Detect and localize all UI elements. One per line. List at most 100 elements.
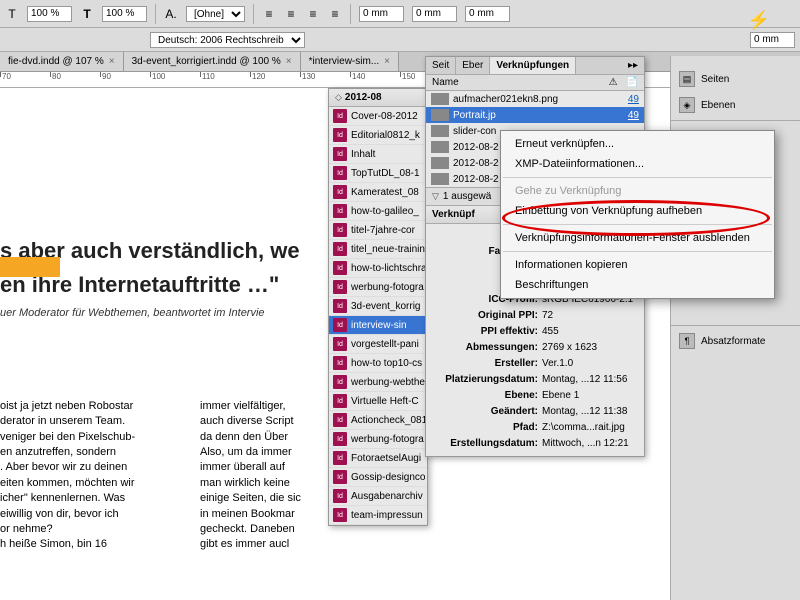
link-row[interactable]: aufmacher021ekn8.png 49 — [426, 91, 644, 107]
menu-item[interactable]: Erneut verknüpfen... — [501, 134, 774, 154]
style-select[interactable]: [Ohne] — [186, 6, 245, 22]
file-item[interactable]: IdKameratest_08 — [329, 183, 427, 202]
ruler-tick: 150 — [400, 72, 415, 77]
links-tab-links[interactable]: Verknüpfungen — [490, 57, 576, 74]
file-item[interactable]: IdTopTutDL_08-1 — [329, 164, 427, 183]
file-item[interactable]: Idvorgestellt-pani — [329, 335, 427, 354]
file-name: Editorial0812_k — [351, 130, 420, 141]
doc-tab-3[interactable]: *interview-sim...× — [301, 52, 399, 71]
ruler-tick: 120 — [250, 72, 265, 77]
indd-icon: Id — [333, 432, 347, 446]
link-page[interactable]: 49 — [628, 110, 639, 121]
file-item[interactable]: IdAusgabenarchiv — [329, 487, 427, 506]
selection-count: 1 ausgewä — [443, 191, 491, 202]
text-scale-icon[interactable]: T — [80, 7, 94, 21]
a-icon[interactable]: A. — [164, 7, 178, 21]
indd-icon: Id — [333, 413, 347, 427]
link-thumbnail — [431, 125, 449, 137]
pages-panel-header[interactable]: ◇ 2012-08 — [329, 89, 427, 107]
file-item[interactable]: Idwerbung-fotogra — [329, 278, 427, 297]
indd-icon: Id — [333, 166, 347, 180]
lightning-icon[interactable]: ⚡ — [748, 10, 770, 31]
menu-item[interactable]: Einbettung von Verknüpfung aufheben — [501, 201, 774, 221]
doc-tab-2[interactable]: 3d-event_korrigiert.indd @ 100 %× — [124, 52, 301, 71]
doc-tab-1[interactable]: fie-dvd.indd @ 107 %× — [0, 52, 124, 71]
file-item[interactable]: Idhow-to-lichtschra — [329, 259, 427, 278]
links-tab-pages[interactable]: Seit — [426, 57, 456, 74]
info-value: Z:\comma...rait.jpg — [542, 420, 625, 436]
file-name: Ausgabenarchiv — [351, 491, 423, 502]
doc-col-1: oist ja jetzt neben Robostar derator in … — [0, 399, 180, 553]
panel-menu-icon[interactable]: ▸▸ — [622, 57, 644, 74]
menu-item[interactable]: Beschriftungen — [501, 275, 774, 295]
file-item[interactable]: Idtitel-7jahre-cor — [329, 221, 427, 240]
file-name: werbung-fotogra — [351, 282, 424, 293]
link-info-row: Platzierungsdatum:Montag, ...12 11:56 — [432, 372, 638, 388]
file-item[interactable]: Idwerbung-webthe — [329, 373, 427, 392]
zoom-field-2[interactable] — [102, 6, 147, 22]
close-icon[interactable]: × — [109, 56, 115, 67]
close-icon[interactable]: × — [286, 56, 292, 67]
dock-layers[interactable]: ◈Ebenen — [671, 92, 800, 118]
collapse-icon[interactable]: ◇ — [335, 92, 342, 103]
file-name: 3d-event_korrig — [351, 301, 420, 312]
link-name: 2012-08-2 — [453, 158, 499, 169]
file-item[interactable]: Idinterview-sin — [329, 316, 427, 335]
justify-icon[interactable]: ≡ — [328, 7, 342, 21]
menu-item[interactable]: Verknüpfungsinformationen-Fenster ausble… — [501, 228, 774, 248]
file-name: Actioncheck_081 — [351, 415, 427, 426]
align-center-icon[interactable]: ≡ — [284, 7, 298, 21]
file-item[interactable]: IdInhalt — [329, 145, 427, 164]
file-name: how-to-galileo_ — [351, 206, 419, 217]
file-item[interactable]: Id Actioncheck_081 — [329, 411, 427, 430]
file-name: how-to top10-cs — [351, 358, 422, 369]
pages-panel: ◇ 2012-08 IdCover-08-2012IdEditorial0812… — [328, 88, 428, 526]
file-item[interactable]: Idhow-to top10-cs — [329, 354, 427, 373]
mm-field-1[interactable] — [359, 6, 404, 22]
mm-field-2[interactable] — [412, 6, 457, 22]
file-list[interactable]: IdCover-08-2012IdEditorial0812_kIdInhalt… — [329, 107, 427, 525]
close-icon[interactable]: × — [384, 56, 390, 67]
link-name: 2012-08-2 — [453, 174, 499, 185]
info-value: Ebene 1 — [542, 388, 579, 404]
expand-icon[interactable]: ▽ — [432, 191, 439, 202]
file-item[interactable]: Idtitel_neue-trainin — [329, 240, 427, 259]
paragraph-icon: ¶ — [679, 333, 695, 349]
info-label: Platzierungsdatum: — [432, 372, 542, 388]
file-item[interactable]: IdVirtuelle Heft-C — [329, 392, 427, 411]
info-value: 455 — [542, 324, 559, 340]
file-item[interactable]: Idwerbung-fotogra — [329, 430, 427, 449]
file-item[interactable]: IdCover-08-2012 — [329, 107, 427, 126]
type-tool-icon[interactable]: T — [5, 7, 19, 21]
link-name: aufmacher021ekn8.png — [453, 94, 558, 105]
menu-item[interactable]: Informationen kopieren — [501, 255, 774, 275]
link-info-row: Abmessungen:2769 x 1623 — [432, 340, 638, 356]
dock-pages[interactable]: ▤Seiten — [671, 66, 800, 92]
menu-separator — [503, 177, 772, 178]
file-item[interactable]: Idteam-impressun — [329, 506, 427, 525]
file-item[interactable]: Id3d-event_korrig — [329, 297, 427, 316]
file-item[interactable]: IdFotoraetselAugi — [329, 449, 427, 468]
file-item[interactable]: Idhow-to-galileo_ — [329, 202, 427, 221]
align-icon[interactable]: ≡ — [262, 7, 276, 21]
file-item[interactable]: IdEditorial0812_k — [329, 126, 427, 145]
indd-icon: Id — [333, 337, 347, 351]
mm-field-4[interactable] — [750, 32, 795, 48]
indd-icon: Id — [333, 470, 347, 484]
file-name: Virtuelle Heft-C — [351, 396, 419, 407]
pages-icon: ▤ — [679, 71, 695, 87]
language-select[interactable]: Deutsch: 2006 Rechtschreib — [150, 32, 305, 48]
info-label: Geändert: — [432, 404, 542, 420]
link-name: slider-con — [453, 126, 496, 137]
dock-paragraph-styles[interactable]: ¶Absatzformate — [671, 328, 800, 354]
link-page[interactable]: 49 — [628, 94, 639, 105]
link-row[interactable]: Portrait.jp49 — [426, 107, 644, 123]
info-value: Montag, ...12 11:56 — [542, 372, 627, 388]
mm-field-3[interactable] — [465, 6, 510, 22]
zoom-field-1[interactable] — [27, 6, 72, 22]
file-item[interactable]: IdGossip-designco — [329, 468, 427, 487]
links-tab-layers[interactable]: Eber — [456, 57, 490, 74]
menu-item[interactable]: XMP-Dateiinformationen... — [501, 154, 774, 174]
file-name: titel_neue-trainin — [351, 244, 425, 255]
align-right-icon[interactable]: ≡ — [306, 7, 320, 21]
